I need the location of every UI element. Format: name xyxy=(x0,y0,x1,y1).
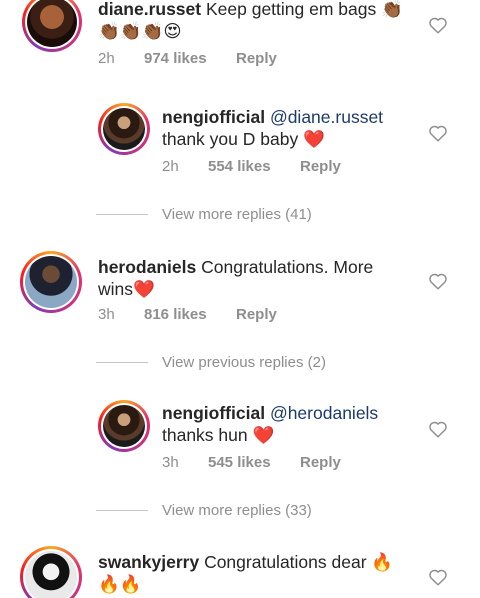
reply-button[interactable]: Reply xyxy=(236,50,277,67)
divider xyxy=(96,362,148,363)
view-previous-replies[interactable]: View previous replies (2) xyxy=(96,354,326,371)
mention-link[interactable]: @herodaniels xyxy=(270,403,378,423)
heart-outline-icon[interactable] xyxy=(428,420,448,438)
divider xyxy=(96,510,148,511)
like-count[interactable]: 554 likes xyxy=(208,158,300,175)
timestamp: 3h xyxy=(162,454,179,471)
comment-text: diane.russet Keep getting em bags 👏🏾 👏🏾👏… xyxy=(98,0,403,41)
timestamp: 2h xyxy=(162,158,179,175)
mention-link[interactable]: @diane.russet xyxy=(270,107,383,127)
divider xyxy=(96,214,148,215)
view-more-replies[interactable]: View more replies (33) xyxy=(96,502,312,519)
username[interactable]: nengiofficial xyxy=(162,403,265,423)
comments-feed: diane.russet Keep getting em bags 👏🏾 👏🏾👏… xyxy=(0,0,480,598)
comment-meta: 3h 816 likes Reply xyxy=(98,306,277,323)
red-heart-icon: ❤️ xyxy=(133,279,155,299)
comment-meta: 2h 554 likes Reply xyxy=(162,158,341,175)
red-heart-icon: ❤️ xyxy=(303,129,325,149)
username[interactable]: diane.russet xyxy=(98,0,201,19)
timestamp: 3h xyxy=(98,306,115,323)
reply-button[interactable]: Reply xyxy=(236,306,277,323)
username[interactable]: nengiofficial xyxy=(162,107,265,127)
username[interactable]: herodaniels xyxy=(98,257,196,277)
avatar[interactable] xyxy=(98,400,150,452)
comment-text: swankyjerry Congratulations dear 🔥 🔥🔥 xyxy=(98,552,394,594)
reply-button[interactable]: Reply xyxy=(300,158,341,175)
comment-meta: 3h 545 likes Reply xyxy=(162,454,341,471)
red-heart-icon: ❤️ xyxy=(252,425,275,445)
comment-text: herodaniels Congratulations. More wins❤️ xyxy=(98,257,374,299)
view-more-replies[interactable]: View more replies (41) xyxy=(96,206,312,223)
heart-outline-icon[interactable] xyxy=(428,568,448,586)
reply-text: nengiofficial @diane.russet thank you D … xyxy=(162,107,384,149)
heart-outline-icon[interactable] xyxy=(428,16,448,34)
like-count[interactable]: 545 likes xyxy=(208,454,300,471)
heart-outline-icon[interactable] xyxy=(428,124,448,142)
avatar[interactable] xyxy=(98,103,150,155)
like-count[interactable]: 816 likes xyxy=(144,306,236,323)
avatar[interactable] xyxy=(20,251,82,313)
heart-outline-icon[interactable] xyxy=(428,272,448,290)
reply-text: nengiofficial @herodaniels thanks hun ❤️ xyxy=(162,403,379,445)
like-count[interactable]: 974 likes xyxy=(144,50,236,67)
username[interactable]: swankyjerry xyxy=(98,552,199,572)
reply-button[interactable]: Reply xyxy=(300,454,341,471)
timestamp: 2h xyxy=(98,50,115,67)
comment-meta: 2h 974 likes Reply xyxy=(98,50,277,67)
avatar[interactable] xyxy=(20,546,82,598)
avatar[interactable] xyxy=(22,0,82,52)
